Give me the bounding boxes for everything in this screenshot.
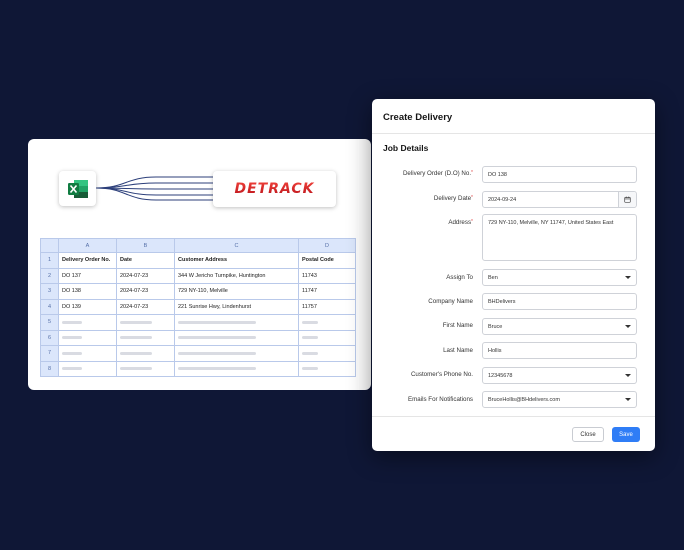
- cell: 2024-07-23: [116, 283, 175, 300]
- do-number-field[interactable]: DO 138: [482, 166, 637, 183]
- placeholder-bar: [178, 320, 256, 324]
- connector-lines: [96, 176, 213, 201]
- address-textarea[interactable]: 729 NY-110, Melville, NY 11747, United S…: [482, 214, 637, 261]
- first-name-value: Bruce: [488, 323, 503, 330]
- company-name-value: BHDelivers: [488, 298, 516, 305]
- placeholder-row: 8: [40, 360, 356, 377]
- row-number: 2: [40, 267, 59, 284]
- save-button[interactable]: Save: [612, 427, 640, 442]
- cell: DO 139: [58, 298, 117, 315]
- detrack-logo: DETRACK: [234, 181, 315, 197]
- placeholder-bar: [120, 320, 152, 324]
- emails-label: Emails For Notifications: [408, 396, 473, 403]
- placeholder-row: 6: [40, 329, 356, 346]
- emails-value: BruceHollis@BHdelivers.com: [488, 396, 560, 403]
- placeholder-bar: [302, 320, 318, 324]
- table-row: 2 DO 137 2024-07-23 344 W Jericho Turnpi…: [40, 267, 356, 284]
- placeholder-bar: [62, 367, 82, 371]
- first-name-select[interactable]: Bruce: [482, 318, 637, 335]
- last-name-label: Last Name: [443, 347, 473, 354]
- spreadsheet-card: DETRACK A B C D 1 Delivery Order No. Dat…: [28, 139, 371, 390]
- address-value: 729 NY-110, Melville, NY 11747, United S…: [488, 220, 614, 226]
- spreadsheet-grid: A B C D 1 Delivery Order No. Date Custom…: [40, 238, 356, 377]
- table-row: 4 DO 139 2024-07-23 221 Sunrise Hwy, Lin…: [40, 298, 356, 315]
- table-row: 1 Delivery Order No. Date Customer Addre…: [40, 252, 356, 269]
- placeholder-bar: [62, 320, 82, 324]
- placeholder-bar: [302, 336, 318, 340]
- delivery-date-label: Delivery Date*: [433, 195, 473, 202]
- placeholder-bar: [302, 351, 318, 355]
- cell: Date: [116, 252, 175, 269]
- column-header-row: A B C D: [40, 238, 356, 253]
- cell: 344 W Jericho Turnpike, Huntington: [174, 267, 299, 284]
- placeholder-bar: [178, 336, 256, 340]
- delivery-date-field[interactable]: 2024-09-24: [482, 191, 637, 208]
- cell: DO 137: [58, 267, 117, 284]
- excel-icon: [59, 171, 96, 206]
- row-number: 8: [40, 360, 59, 377]
- detrack-logo-box: DETRACK: [213, 171, 336, 207]
- cell: 729 NY-110, Melville: [174, 283, 299, 300]
- placeholder-bar: [120, 336, 152, 340]
- section-title: Job Details: [383, 143, 429, 153]
- chevron-down-icon: [625, 325, 631, 328]
- row-number: 3: [40, 283, 59, 300]
- cell: Customer Address: [174, 252, 299, 269]
- cell: 11757: [298, 298, 356, 315]
- address-label: Address*: [448, 219, 473, 226]
- row-number: 6: [40, 329, 59, 346]
- placeholder-bar: [302, 367, 318, 371]
- cell: DO 138: [58, 283, 117, 300]
- cell: 11743: [298, 267, 356, 284]
- chevron-down-icon: [625, 374, 631, 377]
- placeholder-bar: [178, 351, 256, 355]
- header-divider: [372, 133, 655, 134]
- calendar-icon[interactable]: [618, 192, 636, 207]
- placeholder-bar: [62, 336, 82, 340]
- placeholder-row: 7: [40, 345, 356, 362]
- placeholder-row: 5: [40, 314, 356, 331]
- cell: 11747: [298, 283, 356, 300]
- cell: 2024-07-23: [116, 298, 175, 315]
- column-header: A: [58, 238, 117, 253]
- placeholder-bar: [62, 351, 82, 355]
- phone-value: 12345678: [488, 372, 513, 379]
- chevron-down-icon: [625, 276, 631, 279]
- row-number: 4: [40, 298, 59, 315]
- column-header: D: [298, 238, 356, 253]
- column-header: B: [116, 238, 175, 253]
- do-number-value: DO 138: [488, 171, 507, 178]
- company-name-label: Company Name: [428, 298, 473, 305]
- placeholder-bar: [178, 367, 256, 371]
- first-name-label: First Name: [442, 322, 473, 329]
- table-row: 3 DO 138 2024-07-23 729 NY-110, Melville…: [40, 283, 356, 300]
- delivery-date-value: 2024-09-24: [488, 196, 517, 203]
- cell: Delivery Order No.: [58, 252, 117, 269]
- row-number: 1: [40, 252, 59, 269]
- do-number-label: Delivery Order (D.O) No.*: [402, 170, 473, 177]
- row-number: 5: [40, 314, 59, 331]
- assign-to-select[interactable]: Ben: [482, 269, 637, 286]
- modal-title: Create Delivery: [383, 112, 453, 123]
- phone-label: Customer's Phone No.: [410, 371, 473, 378]
- corner-cell: [40, 238, 59, 253]
- last-name-value: Hollis: [488, 347, 502, 354]
- last-name-field[interactable]: Hollis: [482, 342, 637, 359]
- cell: Postal Code: [298, 252, 356, 269]
- assign-to-value: Ben: [488, 274, 498, 281]
- column-header: C: [174, 238, 299, 253]
- assign-to-label: Assign To: [446, 274, 473, 281]
- row-number: 7: [40, 345, 59, 362]
- cell: 2024-07-23: [116, 267, 175, 284]
- placeholder-bar: [120, 351, 152, 355]
- placeholder-bar: [120, 367, 152, 371]
- company-name-field[interactable]: BHDelivers: [482, 293, 637, 310]
- close-button[interactable]: Close: [572, 427, 604, 442]
- footer-divider: [372, 416, 655, 417]
- create-delivery-modal: Create Delivery Job Details Delivery Ord…: [372, 99, 655, 451]
- cell: 221 Sunrise Hwy, Lindenhurst: [174, 298, 299, 315]
- phone-select[interactable]: 12345678: [482, 367, 637, 384]
- emails-select[interactable]: BruceHollis@BHdelivers.com: [482, 391, 637, 408]
- chevron-down-icon: [625, 398, 631, 401]
